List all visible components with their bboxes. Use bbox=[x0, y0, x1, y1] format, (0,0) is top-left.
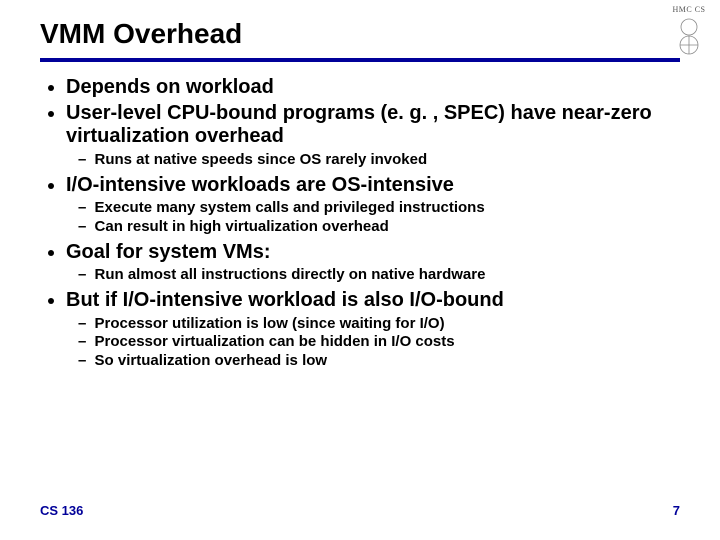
sub-list: Runs at native speeds since OS rarely in… bbox=[66, 151, 680, 170]
title-rule bbox=[40, 58, 680, 62]
institution-logo: HMC CS bbox=[668, 6, 710, 62]
bullet-text: Goal for system VMs: bbox=[66, 241, 271, 263]
seal-icon bbox=[674, 17, 704, 55]
bullet-text: User-level CPU-bound programs (e. g. , S… bbox=[66, 102, 652, 148]
bullet-item: Goal for system VMs: Run almost all inst… bbox=[66, 241, 680, 285]
bullet-text: But if I/O-intensive workload is also I/… bbox=[66, 289, 504, 311]
sub-list: Execute many system calls and privileged… bbox=[66, 199, 680, 237]
sub-item: Processor virtualization can be hidden i… bbox=[96, 333, 680, 352]
footer-course: CS 136 bbox=[40, 503, 83, 518]
logo-text: HMC CS bbox=[672, 5, 705, 14]
sub-list: Processor utilization is low (since wait… bbox=[66, 315, 680, 371]
bullet-list: Depends on workload User-level CPU-bound… bbox=[40, 76, 680, 371]
sub-item: So virtualization overhead is low bbox=[96, 352, 680, 371]
sub-item: Run almost all instructions directly on … bbox=[96, 266, 680, 285]
bullet-item: But if I/O-intensive workload is also I/… bbox=[66, 289, 680, 371]
sub-item: Execute many system calls and privileged… bbox=[96, 199, 680, 218]
bullet-text: Depends on workload bbox=[66, 76, 274, 98]
bullet-item: User-level CPU-bound programs (e. g. , S… bbox=[66, 102, 680, 170]
page-number: 7 bbox=[673, 503, 680, 518]
sub-item: Runs at native speeds since OS rarely in… bbox=[96, 151, 680, 170]
bullet-item: Depends on workload bbox=[66, 76, 680, 100]
bullet-item: I/O-intensive workloads are OS-intensive… bbox=[66, 174, 680, 237]
sub-item: Processor utilization is low (since wait… bbox=[96, 315, 680, 334]
slide-title: VMM Overhead bbox=[40, 18, 680, 50]
bullet-text: I/O-intensive workloads are OS-intensive bbox=[66, 174, 454, 196]
sub-list: Run almost all instructions directly on … bbox=[66, 266, 680, 285]
sub-item: Can result in high virtualization overhe… bbox=[96, 218, 680, 237]
slide: HMC CS VMM Overhead Depends on workload … bbox=[0, 0, 720, 540]
